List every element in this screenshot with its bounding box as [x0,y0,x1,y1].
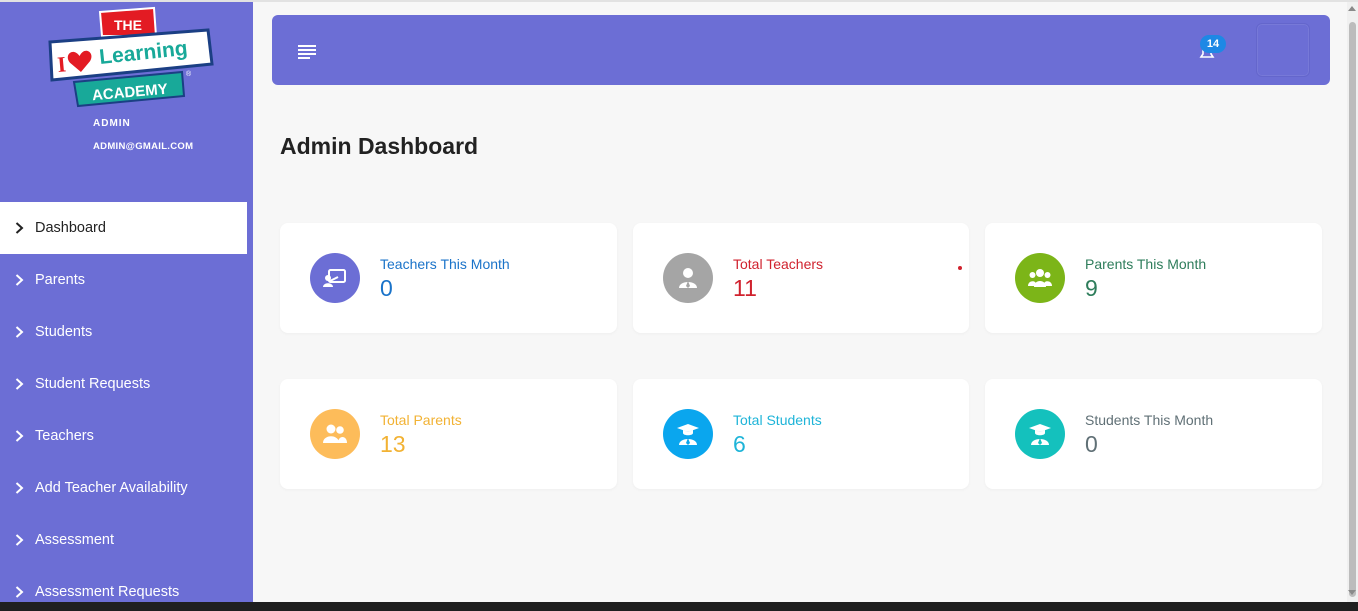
stat-value: 0 [380,275,393,301]
stat-label: Parents This Month [1085,256,1207,272]
notification-badge: 14 [1200,35,1226,53]
sidebar-item-label: Assessment [35,532,114,548]
sidebar-item-add-teacher-availability[interactable]: Add Teacher Availability [0,462,253,514]
scroll-down-arrow-icon[interactable] [1348,590,1356,595]
stat-label: Teachers This Month [380,256,510,272]
user-role: ADMIN [93,118,131,129]
chevron-right-icon [15,586,35,598]
sidebar-item-parents[interactable]: Parents [0,254,253,306]
top-header: 14 [272,15,1330,85]
chevron-right-icon [15,326,35,338]
sidebar-item-assessment[interactable]: Assessment [0,514,253,566]
stat-card-teachers-this-month[interactable]: Teachers This Month 0 [280,223,617,333]
stray-dot [958,266,962,270]
stat-card-total-parents[interactable]: Total Parents 13 [280,379,617,489]
sidebar-nav: Dashboard Parents Students Student Reque… [0,202,253,602]
page-title: Admin Dashboard [280,133,479,159]
sidebar-item-label: Teachers [35,428,94,444]
taskbar [0,602,1358,611]
svg-text:®: ® [186,70,192,78]
academy-logo[interactable]: THE I Learning ACADEMY ® [44,6,219,110]
sidebar-item-label: Student Requests [35,376,151,392]
stat-card-total-teachers[interactable]: Total Teachers 11 [633,223,969,333]
scrollbar-thumb[interactable] [1349,22,1356,597]
stat-card-parents-this-month[interactable]: Parents This Month 9 [985,223,1322,333]
menu-icon[interactable] [296,43,318,59]
stat-value: 11 [733,275,757,301]
graduate-icon [1015,409,1065,459]
chevron-right-icon [15,482,35,494]
stat-card-students-this-month[interactable]: Students This Month 0 [985,379,1322,489]
chevron-right-icon [15,430,35,442]
scrollbar[interactable] [1347,2,1358,602]
chevron-right-icon [15,222,35,234]
users-group-icon [1015,253,1065,303]
sidebar-item-assessment-requests[interactable]: Assessment Requests [0,566,253,602]
sidebar-item-teachers[interactable]: Teachers [0,410,253,462]
user-email: ADMIN@GMAIL.COM [93,141,194,152]
users-icon [310,409,360,459]
stat-label: Total Students [733,412,822,428]
stat-value: 0 [1085,431,1098,457]
chevron-right-icon [15,274,35,286]
sidebar-item-label: Dashboard [35,220,106,236]
sidebar-item-students[interactable]: Students [0,306,253,358]
logo-text-the: THE [114,17,142,33]
stat-label: Total Teachers [733,256,824,272]
sidebar-item-student-requests[interactable]: Student Requests [0,358,253,410]
stat-value: 6 [733,431,746,457]
sidebar-item-label: Students [35,324,93,340]
graduate-icon [663,409,713,459]
sidebar-item-label: Assessment Requests [35,584,180,600]
stat-label: Total Parents [380,412,462,428]
avatar[interactable] [1256,23,1310,77]
sidebar-item-dashboard[interactable]: Dashboard [0,202,247,254]
chevron-right-icon [15,378,35,390]
scroll-up-arrow-icon[interactable] [1348,6,1356,11]
sidebar-item-label: Add Teacher Availability [35,480,188,496]
stat-label: Students This Month [1085,412,1214,428]
stat-value: 13 [380,431,406,457]
stat-card-total-students[interactable]: Total Students 6 [633,379,969,489]
stat-value: 9 [1085,275,1098,301]
sidebar: THE I Learning ACADEMY ® ADMIN ADMIN@GMA… [0,2,253,602]
sidebar-item-label: Parents [35,272,85,288]
user-icon [663,253,713,303]
teacher-board-icon [310,253,360,303]
chevron-right-icon [15,534,35,546]
